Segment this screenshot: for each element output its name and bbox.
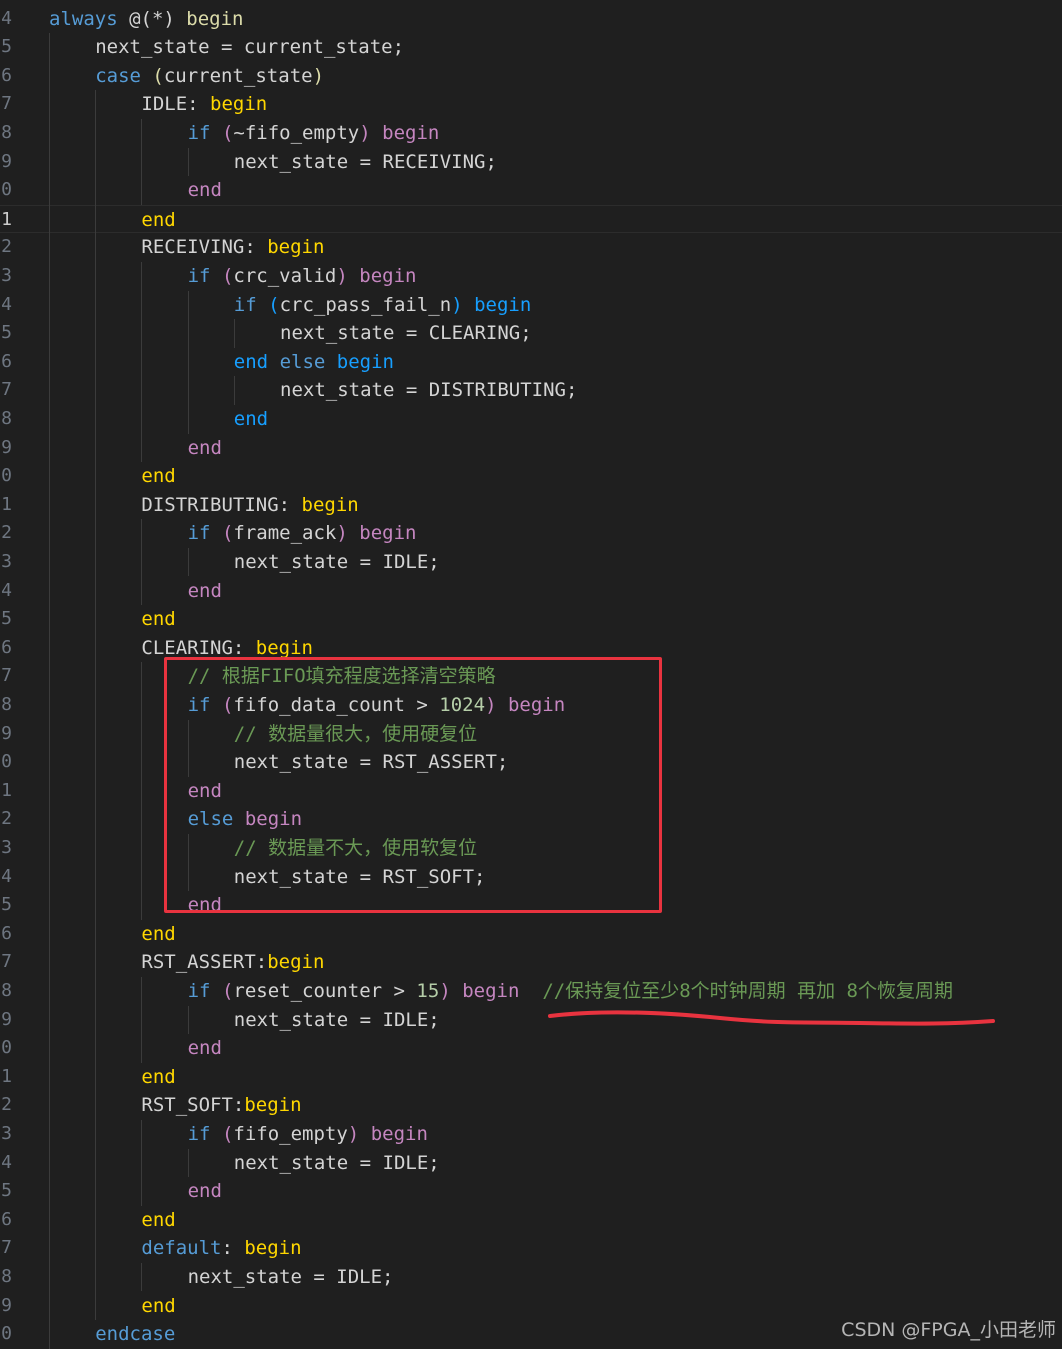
red-underline-annotation xyxy=(548,1010,995,1026)
watermark: CSDN @FPGA_小田老师 xyxy=(841,1319,1056,1341)
red-underline-stroke xyxy=(548,1010,995,1026)
